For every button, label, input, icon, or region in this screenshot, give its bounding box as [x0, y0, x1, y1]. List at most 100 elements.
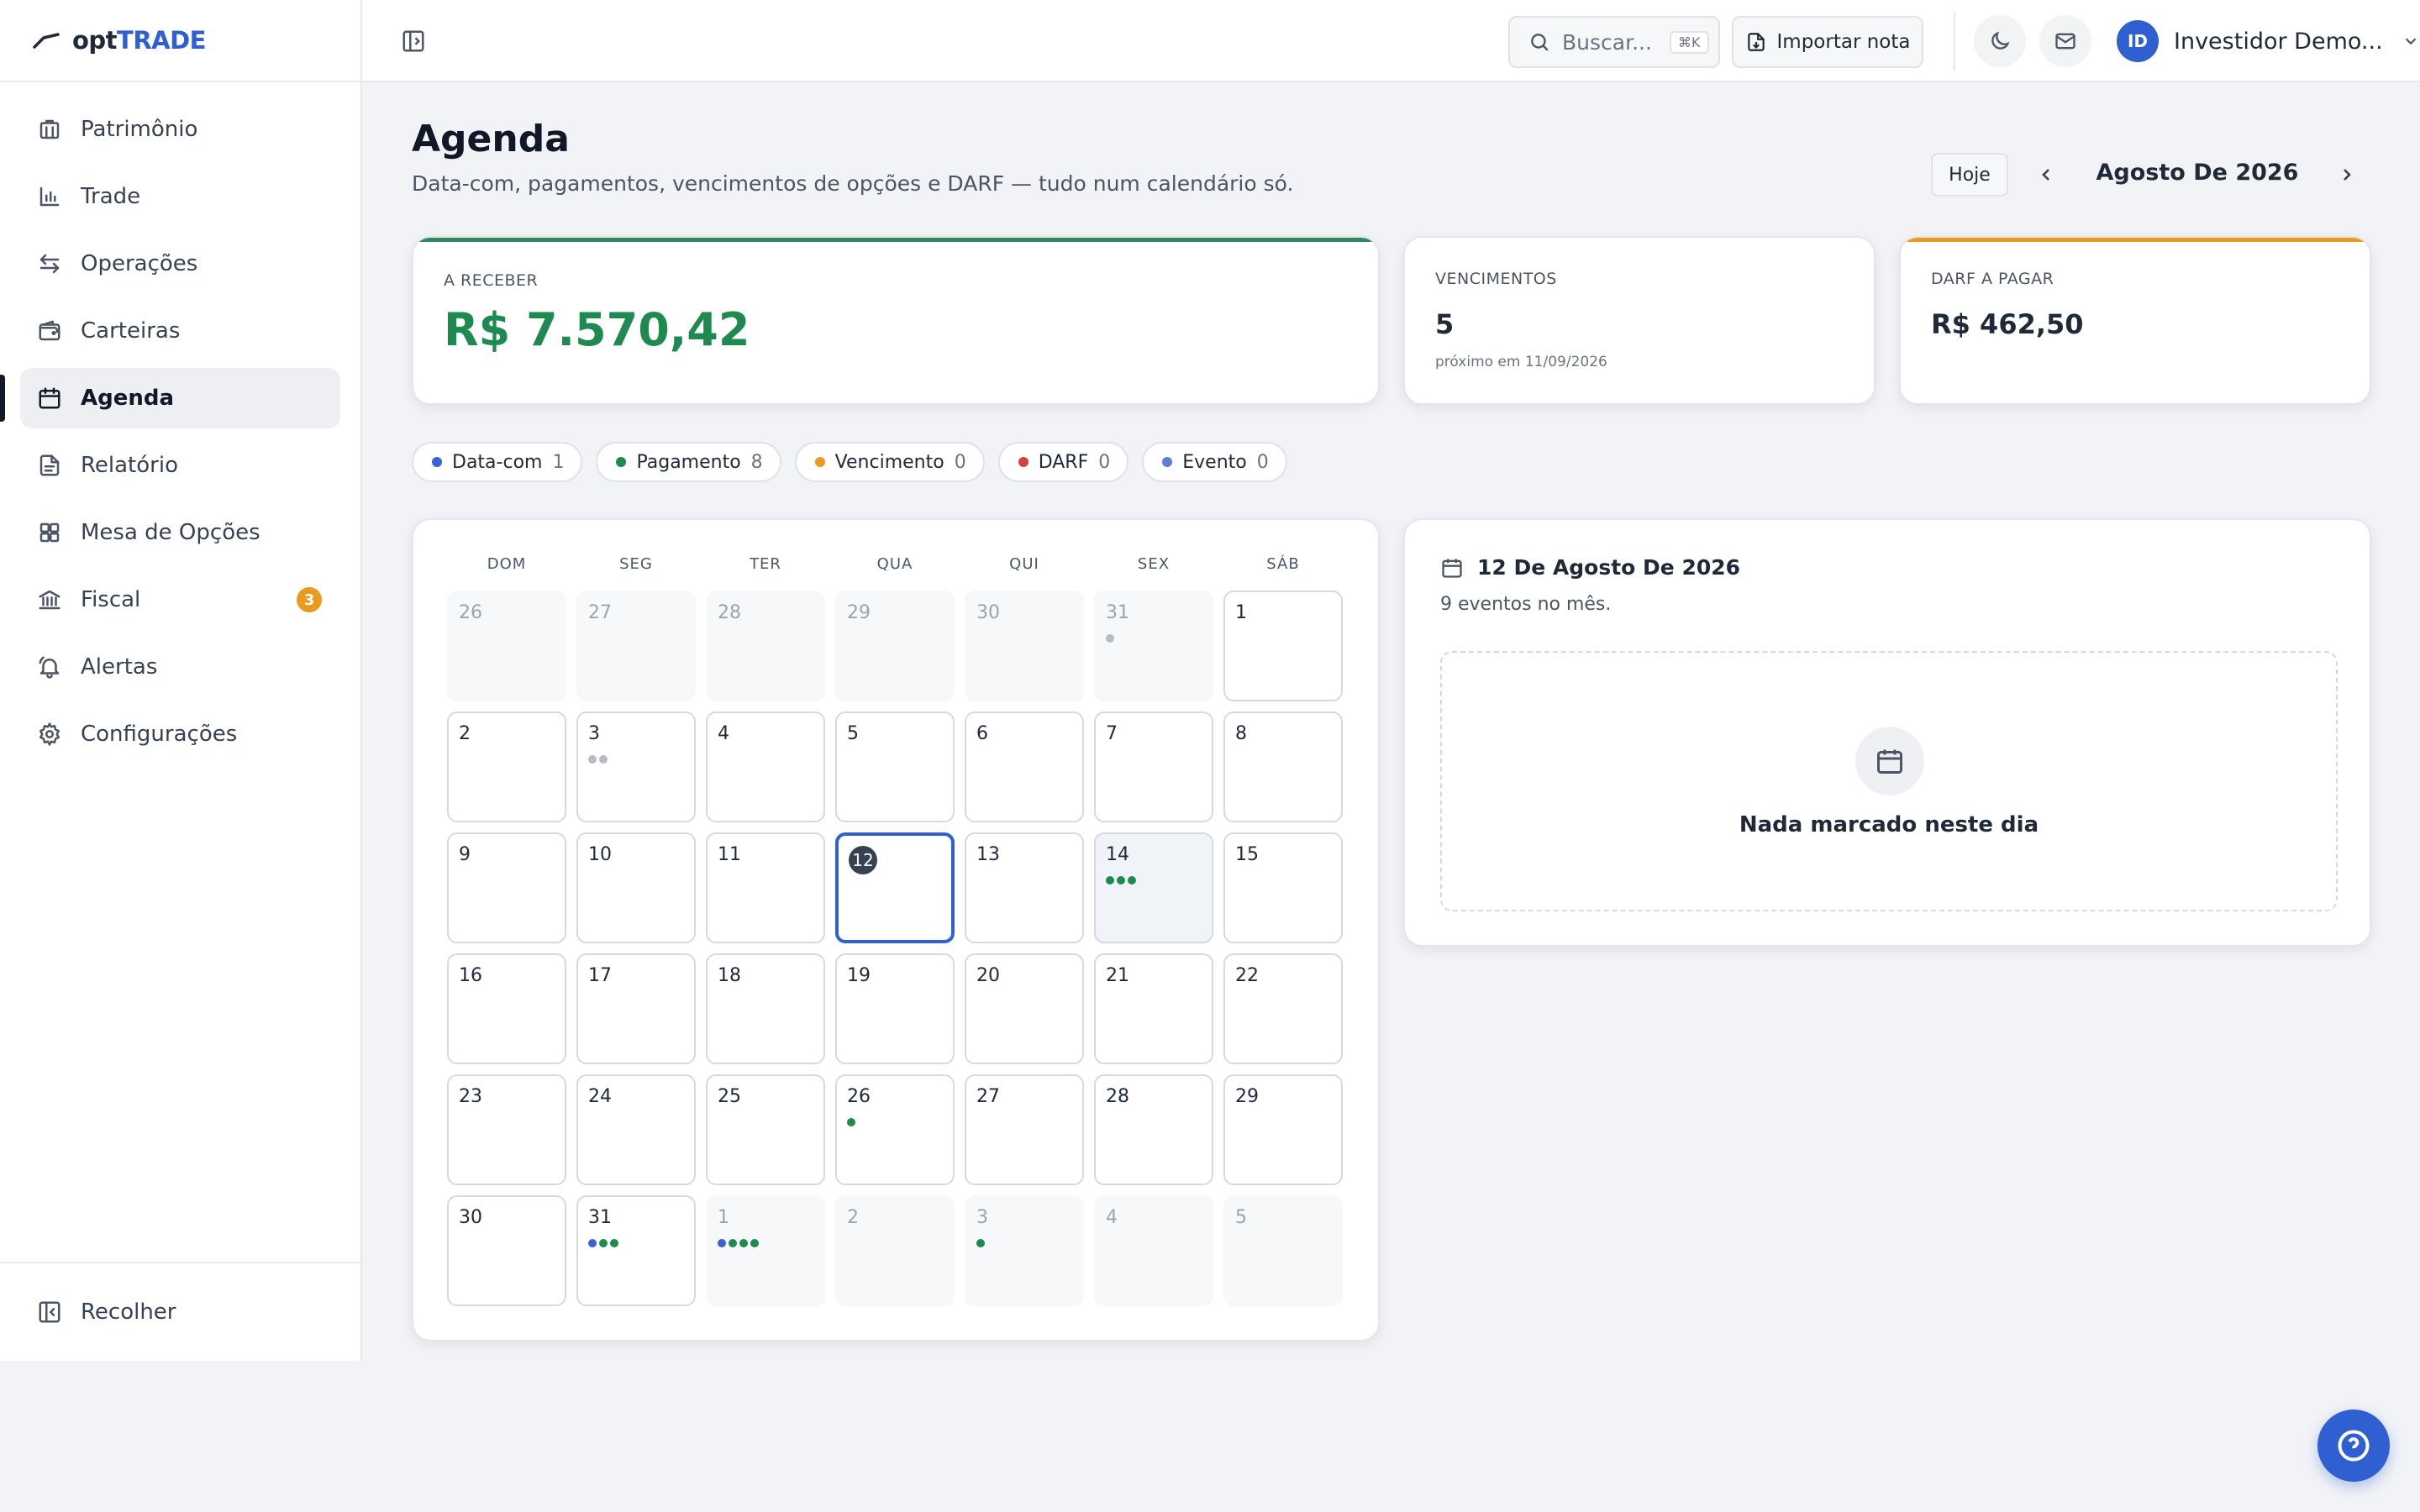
calendar-day[interactable]: 2 — [447, 711, 566, 822]
receivable-accent — [413, 238, 1378, 242]
calendar-day[interactable]: 26 — [447, 591, 566, 701]
collapse-sidebar-button[interactable]: Recolher — [0, 1262, 360, 1361]
calendar-day[interactable]: 28 — [706, 591, 825, 701]
calendar-day[interactable]: 31 — [576, 1195, 696, 1306]
calendar-day-today[interactable]: 12 — [835, 832, 955, 943]
sidebar-item-operacoes[interactable]: Operações — [20, 234, 340, 294]
calendar-day[interactable]: 21 — [1094, 953, 1213, 1064]
arrows-swap-icon — [37, 251, 62, 276]
legend-chip[interactable]: Data-com 1 — [412, 442, 583, 482]
legend-label: DARF — [1038, 451, 1089, 473]
day-number: 29 — [847, 602, 871, 623]
calendar-day[interactable]: 4 — [1094, 1195, 1213, 1306]
topbar-divider — [1954, 12, 1955, 71]
calendar-day[interactable]: 18 — [706, 953, 825, 1064]
sidebar-item-fiscal[interactable]: Fiscal 3 — [20, 570, 340, 630]
event-dot — [588, 755, 597, 764]
calendar-day[interactable]: 29 — [835, 591, 955, 701]
legend-chip[interactable]: Vencimento 0 — [794, 442, 985, 482]
event-dot — [976, 1239, 985, 1247]
day-detail-panel: 12 De Agosto De 2026 9 eventos no mês. N… — [1403, 518, 2371, 947]
weekday-header: SEX — [1137, 555, 1171, 573]
calendar-day[interactable]: 8 — [1223, 711, 1343, 822]
calendar-day[interactable]: 5 — [835, 711, 955, 822]
calendar-day[interactable]: 29 — [1223, 1074, 1343, 1185]
legend-chip[interactable]: Pagamento 8 — [596, 442, 781, 482]
calendar-day[interactable]: 15 — [1223, 832, 1343, 943]
calendar-day[interactable]: 9 — [447, 832, 566, 943]
search-input[interactable] — [1562, 29, 1661, 55]
help-icon — [2338, 1430, 2370, 1462]
sidebar-item-label: Patrimônio — [81, 117, 198, 142]
theme-toggle-button[interactable] — [1974, 15, 2026, 67]
legend-chip[interactable]: DARF 0 — [997, 442, 1129, 482]
sidebar-item-trade[interactable]: Trade — [20, 166, 340, 227]
sidebar-item-relatorio[interactable]: Relatório — [20, 435, 340, 496]
calendar-day[interactable]: 7 — [1094, 711, 1213, 822]
sidebar-item-mesa-de-opcoes[interactable]: Mesa de Opções — [20, 502, 340, 563]
day-number: 4 — [718, 723, 729, 744]
legend-count: 0 — [954, 451, 966, 473]
search-box[interactable]: ⌘K — [1508, 16, 1720, 68]
event-dot — [718, 1239, 726, 1247]
legend-dot — [814, 457, 825, 467]
calendar-day[interactable]: 10 — [576, 832, 696, 943]
messages-button[interactable] — [2039, 15, 2091, 67]
logo-mark-icon — [33, 33, 60, 49]
calendar-day[interactable]: 16 — [447, 953, 566, 1064]
sidebar-item-alertas[interactable]: Alertas — [20, 637, 340, 697]
help-button[interactable] — [2317, 1410, 2390, 1482]
chevron-down-icon — [2402, 32, 2420, 50]
calendar-day[interactable]: 17 — [576, 953, 696, 1064]
file-download-icon — [1747, 33, 1765, 51]
day-number: 30 — [976, 602, 1000, 623]
next-month-button[interactable] — [2332, 160, 2362, 190]
import-note-label: Importar nota — [1776, 31, 1911, 53]
sidebar-item-agenda[interactable]: Agenda — [0, 368, 340, 428]
calendar-day[interactable]: 14 — [1094, 832, 1213, 943]
calendar-day[interactable]: 6 — [965, 711, 1084, 822]
previous-month-button[interactable] — [2031, 160, 2061, 190]
sidebar-item-configuracoes[interactable]: Configurações — [20, 704, 340, 764]
calendar-day[interactable]: 23 — [447, 1074, 566, 1185]
calendar-day[interactable]: 4 — [706, 711, 825, 822]
event-dot — [1117, 876, 1125, 885]
day-number: 23 — [459, 1086, 482, 1107]
calendar-day[interactable]: 19 — [835, 953, 955, 1064]
user-menu[interactable]: ID Investidor Demo... — [2117, 18, 2420, 64]
calendar-day[interactable]: 2 — [835, 1195, 955, 1306]
logo[interactable]: optTRADE — [0, 0, 360, 82]
import-note-button[interactable]: Importar nota — [1732, 16, 1923, 68]
day-number: 10 — [588, 844, 612, 865]
weekday-header: SÁB — [1266, 555, 1300, 573]
sidebar-toggle-button[interactable] — [401, 29, 426, 54]
calendar-day[interactable]: 27 — [965, 1074, 1084, 1185]
darf-accent — [1901, 238, 2370, 242]
calendar-day[interactable]: 25 — [706, 1074, 825, 1185]
calendar-day[interactable]: 13 — [965, 832, 1084, 943]
calendar-day[interactable]: 30 — [447, 1195, 566, 1306]
calendar-day[interactable]: 5 — [1223, 1195, 1343, 1306]
sidebar-item-carteiras[interactable]: Carteiras — [20, 301, 340, 361]
weekday-header: QUA — [876, 555, 913, 573]
calendar-day[interactable]: 3 — [965, 1195, 1084, 1306]
document-icon — [37, 453, 62, 478]
today-button[interactable]: Hoje — [1931, 153, 2008, 197]
legend-chip[interactable]: Evento 0 — [1142, 442, 1287, 482]
calendar-day[interactable]: 24 — [576, 1074, 696, 1185]
calendar-day[interactable]: 11 — [706, 832, 825, 943]
day-number: 20 — [976, 965, 1000, 986]
calendar-day[interactable]: 28 — [1094, 1074, 1213, 1185]
calendar-day[interactable]: 22 — [1223, 953, 1343, 1064]
day-number: 5 — [847, 723, 859, 744]
calendar-day[interactable]: 3 — [576, 711, 696, 822]
calendar-day[interactable]: 1 — [706, 1195, 825, 1306]
calendar-day[interactable]: 30 — [965, 591, 1084, 701]
calendar-day[interactable]: 1 — [1223, 591, 1343, 701]
event-dot — [1106, 876, 1114, 885]
calendar-day[interactable]: 26 — [835, 1074, 955, 1185]
calendar-day[interactable]: 27 — [576, 591, 696, 701]
calendar-day[interactable]: 20 — [965, 953, 1084, 1064]
sidebar-item-patrimonio[interactable]: Patrimônio — [20, 99, 340, 160]
calendar-day[interactable]: 31 — [1094, 591, 1213, 701]
